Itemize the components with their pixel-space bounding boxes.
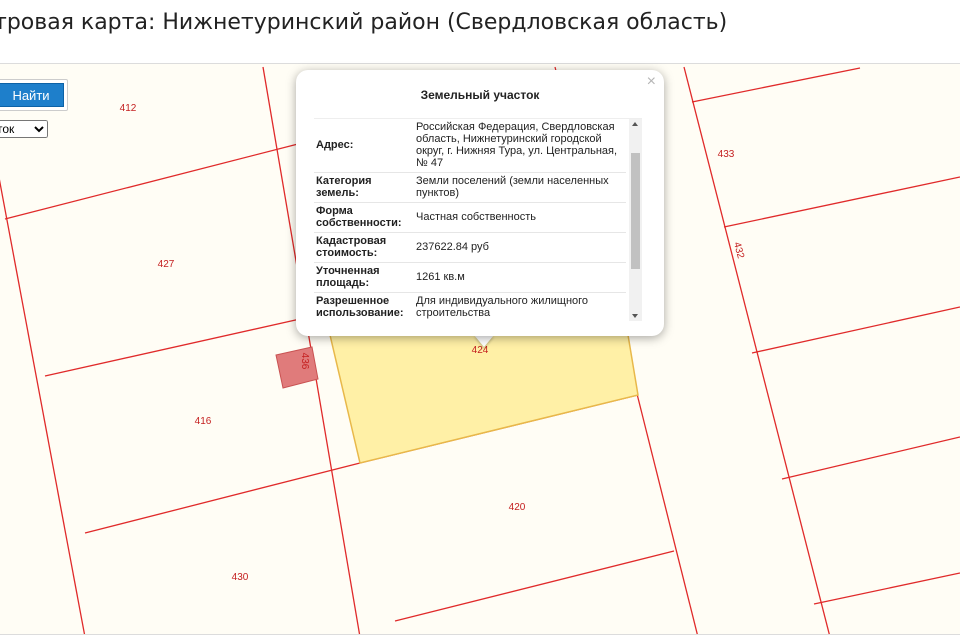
parcel-436[interactable]: [275, 346, 319, 389]
boundary-line: [691, 67, 861, 103]
attribute-row: Форма собственности: Частная собственност…: [314, 202, 626, 233]
attribute-key: Категория земель:: [314, 172, 414, 203]
attribute-value: Земли поселений (земли населенных пункто…: [414, 172, 626, 203]
attribute-row: Разрешенное использование: Для индивидуал…: [314, 292, 626, 321]
attribute-row: Категория земель: Земли поселений (земли …: [314, 172, 626, 203]
find-button[interactable]: Найти: [0, 83, 64, 107]
popup-title: Земельный участок: [420, 88, 540, 102]
attribute-value: 1261 кв.м: [414, 262, 626, 293]
search-panel: Найти: [0, 79, 68, 111]
boundary-line: [84, 462, 361, 534]
page-title: тровая карта: Нижнетуринский район (Свер…: [0, 10, 728, 35]
attribute-row: Кадастровая стоимость: 237622.84 руб: [314, 232, 626, 263]
attribute-value: Российская Федерация, Свердловская облас…: [414, 119, 626, 173]
boundary-line: [44, 318, 301, 377]
parcel-label: 412: [120, 103, 137, 114]
popup-pointer: [474, 335, 494, 347]
popup-scrollbar[interactable]: [629, 119, 642, 321]
boundary-line: [813, 572, 960, 605]
object-type-select[interactable]: ток: [0, 120, 48, 138]
parcel-label: 430: [232, 572, 249, 583]
boundary-line: [4, 143, 299, 220]
attribute-value: 237622.84 руб: [414, 232, 626, 263]
attributes-table: Адрес: Российская Федерация, Свердловская…: [314, 119, 626, 321]
parcel-label: 436: [299, 353, 310, 370]
parcel-label: 427: [158, 259, 175, 270]
attribute-value: Частная собственность: [414, 202, 626, 233]
parcel-label: 433: [718, 149, 735, 160]
boundary-line: [0, 179, 86, 634]
attribute-row: Уточненная площадь: 1261 кв.м: [314, 262, 626, 293]
attribute-key: Форма собственности:: [314, 202, 414, 233]
attribute-row: Адрес: Российская Федерация, Свердловская…: [314, 119, 626, 173]
attribute-value: Для индивидуального жилищного строительс…: [414, 292, 626, 321]
boundary-line: [683, 66, 830, 634]
attributes-panel[interactable]: Адрес: Российская Федерация, Свердловская…: [314, 118, 642, 321]
boundary-line: [751, 306, 960, 354]
attribute-key: Адрес:: [314, 119, 414, 173]
attribute-key: Кадастровая стоимость:: [314, 232, 414, 263]
boundary-line: [781, 436, 960, 480]
scroll-up-arrow-icon[interactable]: [632, 122, 638, 126]
parcel-info-popup: × Земельный участок Адрес: Российская Фед…: [296, 70, 664, 336]
attribute-key: Разрешенное использование:: [314, 292, 414, 321]
scroll-down-arrow-icon[interactable]: [632, 314, 638, 318]
parcel-label: 420: [509, 502, 526, 513]
parcel-label: 416: [195, 416, 212, 427]
scroll-thumb[interactable]: [631, 153, 640, 269]
boundary-line: [394, 550, 675, 622]
attribute-key: Уточненная площадь:: [314, 262, 414, 293]
boundary-line: [723, 176, 960, 228]
